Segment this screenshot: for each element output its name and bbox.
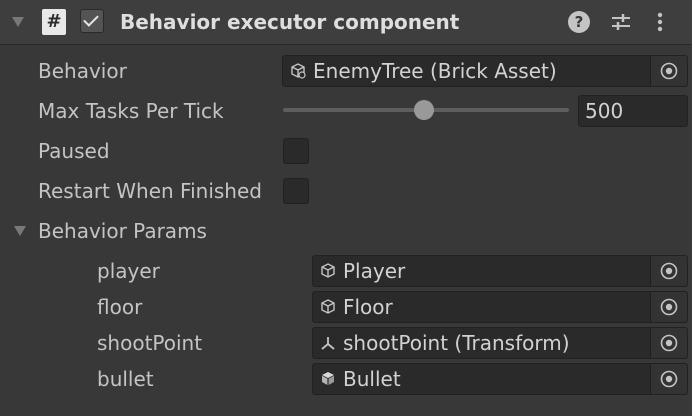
object-picker-button[interactable]	[650, 256, 687, 286]
script-icon: #	[42, 9, 66, 35]
object-picker-button[interactable]	[650, 328, 687, 358]
max-tasks-slider-thumb[interactable]	[414, 100, 434, 120]
param-player-value: Player	[343, 259, 406, 283]
paused-label: Paused	[38, 139, 110, 163]
component-header[interactable]: # Behavior executor component ?	[0, 0, 692, 45]
max-tasks-label: Max Tasks Per Tick	[38, 99, 224, 123]
behavior-params-label[interactable]: Behavior Params	[38, 217, 298, 245]
settings-sliders-icon[interactable]	[608, 9, 634, 35]
max-tasks-input[interactable]: 500	[578, 95, 688, 127]
param-bullet-field[interactable]: Bullet	[312, 363, 688, 395]
more-vertical-icon[interactable]	[647, 9, 673, 35]
param-player-field[interactable]: Player	[312, 255, 688, 287]
object-picker-icon	[660, 262, 678, 280]
prefab-outline-icon	[321, 263, 335, 278]
component-enabled-checkbox[interactable]	[80, 9, 104, 33]
brick-asset-icon	[291, 63, 306, 79]
checkmark-icon	[83, 11, 99, 27]
prefab-outline-icon	[321, 299, 335, 314]
behavior-label: Behavior	[38, 59, 127, 83]
prefab-filled-icon	[322, 372, 334, 385]
transform-icon	[321, 337, 335, 350]
object-picker-button[interactable]	[650, 364, 687, 394]
object-picker-icon	[660, 298, 678, 316]
param-floor-field[interactable]: Floor	[312, 291, 688, 323]
params-foldout-arrow-icon[interactable]	[14, 226, 26, 236]
object-picker-icon	[660, 62, 678, 80]
behavior-value: EnemyTree (Brick Asset)	[313, 59, 557, 83]
restart-when-finished-label: Restart When Finished	[38, 179, 262, 203]
restart-when-finished-checkbox[interactable]	[283, 178, 309, 204]
help-icon[interactable]: ?	[568, 11, 590, 33]
behavior-object-field[interactable]: EnemyTree (Brick Asset)	[282, 55, 688, 87]
param-floor-label: floor	[97, 295, 143, 319]
object-picker-button[interactable]	[650, 292, 687, 322]
object-picker-icon	[660, 370, 678, 388]
param-shootpoint-field[interactable]: shootPoint (Transform)	[312, 327, 688, 359]
param-player-label: player	[97, 259, 160, 283]
param-shootpoint-label: shootPoint	[97, 331, 203, 355]
param-shootpoint-value: shootPoint (Transform)	[343, 331, 570, 355]
object-picker-button[interactable]	[650, 56, 687, 86]
param-bullet-value: Bullet	[343, 367, 401, 391]
component-title: Behavior executor component	[120, 10, 460, 34]
paused-checkbox[interactable]	[283, 138, 309, 164]
max-tasks-value: 500	[585, 99, 624, 123]
param-floor-value: Floor	[343, 295, 393, 319]
object-picker-icon	[660, 334, 678, 352]
foldout-arrow-icon[interactable]	[12, 17, 24, 27]
param-bullet-label: bullet	[97, 367, 154, 391]
